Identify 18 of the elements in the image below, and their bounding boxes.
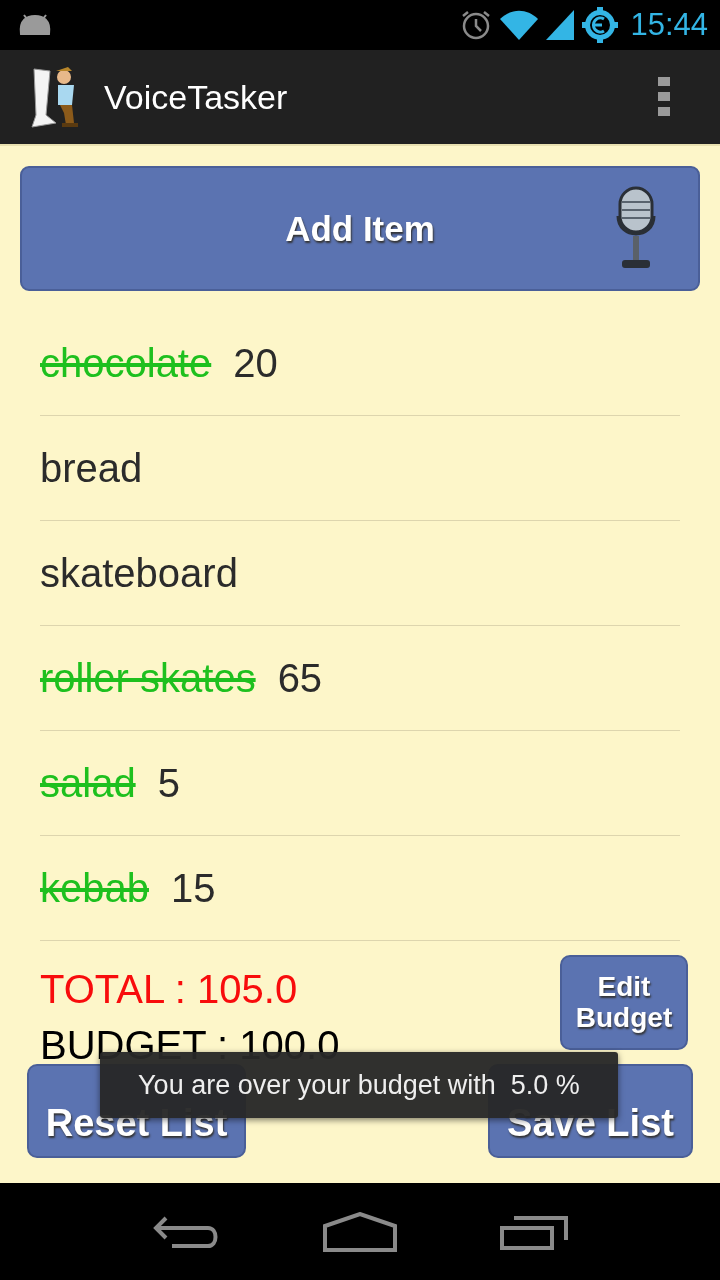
item-name[interactable]: bread bbox=[40, 445, 143, 491]
wifi-icon bbox=[500, 10, 539, 40]
overflow-menu-icon[interactable] bbox=[658, 77, 670, 117]
edit-budget-button[interactable]: Edit Budget bbox=[560, 955, 688, 1050]
item-name[interactable]: skateboard bbox=[40, 550, 238, 596]
android-icon bbox=[18, 14, 52, 36]
item-price: 5 bbox=[157, 760, 180, 806]
home-icon[interactable] bbox=[323, 1211, 397, 1252]
item-price: 20 bbox=[233, 340, 278, 386]
item-price: 15 bbox=[171, 865, 216, 911]
item-price: 65 bbox=[277, 655, 323, 701]
total-amount: TOTAL : 105.0 bbox=[40, 967, 299, 1013]
signal-icon bbox=[546, 10, 575, 40]
clock-time: 15:44 bbox=[630, 7, 708, 43]
add-item-button[interactable]: Add Item bbox=[20, 166, 700, 291]
recent-apps-icon[interactable] bbox=[500, 1213, 569, 1250]
gear-icon bbox=[582, 7, 619, 43]
app-title: VoiceTasker bbox=[104, 77, 289, 117]
